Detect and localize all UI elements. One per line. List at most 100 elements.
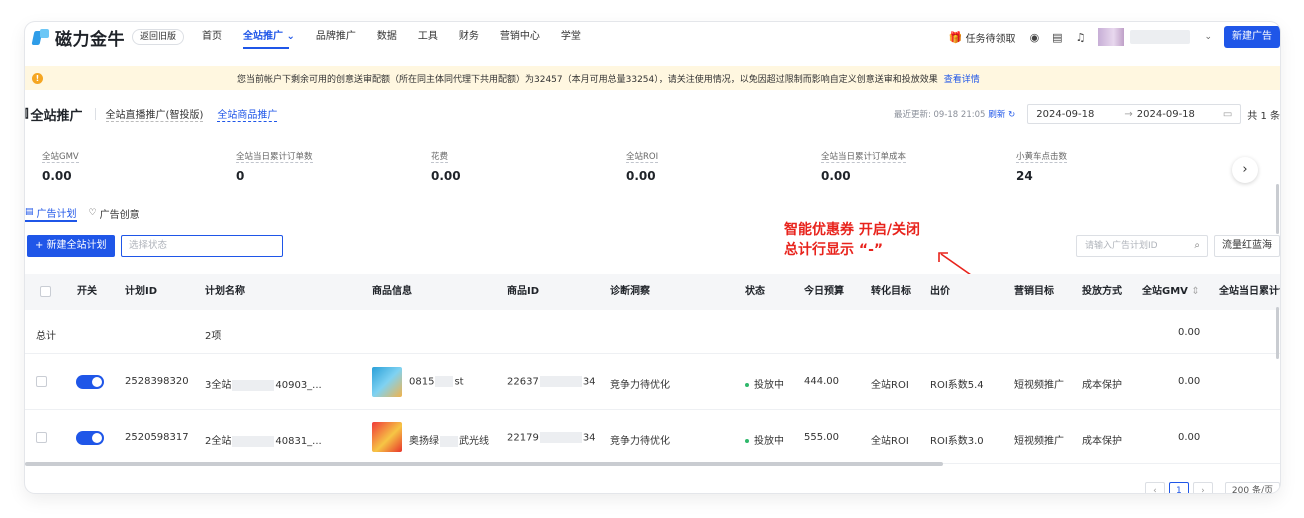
status-dot-icon xyxy=(745,383,749,387)
nav-data[interactable]: 数据 xyxy=(377,22,397,52)
record-icon[interactable]: ◉ xyxy=(1030,31,1040,44)
select-all-checkbox[interactable] xyxy=(40,286,51,297)
nav-academy[interactable]: 学堂 xyxy=(561,22,581,52)
nav-home[interactable]: 首页 xyxy=(202,22,222,52)
next-page-button[interactable]: › xyxy=(1192,482,1213,493)
metric-gmv[interactable]: 全站GMV 0.00 xyxy=(42,149,79,183)
bulb-icon: ♡ xyxy=(88,208,97,218)
row-checkbox[interactable] xyxy=(36,432,47,443)
account-name[interactable] xyxy=(1130,30,1191,44)
view-details-link[interactable]: 查看详情 xyxy=(944,75,980,85)
row-checkbox[interactable] xyxy=(36,376,47,387)
col-goal: 营销目标 xyxy=(1014,286,1054,297)
tab-live-promotion[interactable]: 全站直播推广(智投版) xyxy=(105,106,204,122)
page-header: ⫿ 全站推广 全站直播推广(智投版) 全站商品推广 最近更新: 09-18 21:… xyxy=(25,102,1280,126)
table-vertical-scrollbar[interactable] xyxy=(1276,307,1279,359)
last-updated: 最近更新: 09-18 21:05 xyxy=(893,110,986,120)
pagination: ‹ 1 › 200 条/页 xyxy=(1144,482,1280,493)
plan-switch-toggle[interactable] xyxy=(76,431,104,445)
page-size-select[interactable]: 200 条/页 xyxy=(1224,482,1280,493)
plan-id: 2528398320 xyxy=(125,376,189,387)
status-dot-icon xyxy=(745,439,749,443)
traffic-ocean-button[interactable]: 流量红蓝海 xyxy=(1214,235,1280,257)
status-badge: 投放中 xyxy=(745,376,784,391)
tab-ad-creatives[interactable]: ♡ 广告创意 xyxy=(89,204,140,222)
chevron-down-icon: ⌄ xyxy=(286,31,295,42)
col-orders: 全站当日累计订 xyxy=(1219,286,1280,297)
col-bid: 出价 xyxy=(930,286,950,297)
search-icon: ⌕ xyxy=(1194,240,1200,251)
metric-cart-clicks[interactable]: 小黄车点击数 24 xyxy=(1016,149,1068,183)
chevron-right-icon[interactable]: › xyxy=(1232,157,1258,183)
delivery-method: 成本保护 xyxy=(1082,436,1122,447)
metric-spend[interactable]: 花费 0.00 xyxy=(431,149,461,183)
plan-name-link[interactable]: 3全站 40903_... xyxy=(205,376,322,391)
notice-text: 您当前帐户下剩余可用的创意送审配额（所在同主体同代理下共用配额）为32457（本… xyxy=(237,74,938,85)
total-gmv: 0.00 xyxy=(1178,327,1201,338)
gmv: 0.00 xyxy=(1178,376,1201,387)
refresh-button[interactable]: 刷新 ↻ xyxy=(988,108,1015,120)
col-gmv[interactable]: 全站GMV ⇕ xyxy=(1142,274,1200,310)
nav-finance[interactable]: 财务 xyxy=(459,22,479,52)
nav-brand-promotion[interactable]: 品牌推广 xyxy=(316,22,356,52)
table-toolbar: + 新建全站计划 选择状态 请输入广告计划ID ⌕ 流量红蓝海 xyxy=(25,235,1280,257)
chevron-down-icon[interactable]: ⌄ xyxy=(1204,32,1212,42)
bid[interactable]: ROI系数3.0 xyxy=(930,432,984,447)
metrics-strip: 全站GMV 0.00 全站当日累计订单数 0 花费 0.00 全站ROI 0.00 全站… xyxy=(25,149,1280,189)
avatar[interactable] xyxy=(1098,28,1125,46)
table-total-row: 总计 2项 0.00 xyxy=(25,310,1280,354)
budget[interactable]: 444.00 xyxy=(804,376,839,387)
prev-page-button[interactable]: ‹ xyxy=(1144,482,1165,493)
nav-marketing-center[interactable]: 营销中心 xyxy=(500,22,540,52)
plan-name-link[interactable]: 2全站 40831_... xyxy=(205,432,322,447)
tab-product-promotion[interactable]: 全站商品推广 xyxy=(217,106,278,122)
tab-ad-plans[interactable]: ▤ 广告计划 xyxy=(25,204,77,222)
status-select[interactable]: 选择状态 xyxy=(121,235,283,257)
horizontal-scrollbar[interactable] xyxy=(25,462,943,466)
col-switch: 开关 xyxy=(77,286,97,297)
col-budget: 今日预算 xyxy=(804,286,844,297)
product-thumbnail[interactable] xyxy=(372,422,402,452)
delivery-method: 成本保护 xyxy=(1082,380,1122,391)
metric-roi[interactable]: 全站ROI 0.00 xyxy=(626,149,659,183)
date-start: 2024-09-18 xyxy=(1036,108,1095,120)
vertical-scrollbar[interactable] xyxy=(1276,184,1279,234)
page-number[interactable]: 1 xyxy=(1168,482,1189,493)
plan-id: 2520598317 xyxy=(125,432,189,443)
top-right-actions: 🎁 任务待领取 ◉ ▤ ♫ ⌄ 新建广告 xyxy=(949,22,1280,52)
date-range-picker[interactable]: 2024-09-18 → 2024-09-18 ▭ xyxy=(1027,104,1242,124)
chart-icon: ⫿ xyxy=(25,107,29,120)
product-title: 0815st xyxy=(409,376,464,388)
diagnosis: 竞争力待优化 xyxy=(610,380,670,391)
table-row[interactable]: 2528398320 3全站 40903_... 0815st 22637 34 竞… xyxy=(25,354,1280,410)
calendar-icon: ▭ xyxy=(1222,108,1233,120)
conversion-target: 全站ROI xyxy=(871,436,909,447)
red-annotation: 智能优惠券 开启/关闭 总计行显示 “-” xyxy=(784,222,920,258)
note-icon[interactable]: ▤ xyxy=(1052,31,1062,44)
plan-id-search-input[interactable]: 请输入广告计划ID ⌕ xyxy=(1076,235,1208,257)
total-count: 共 1 条 xyxy=(1247,110,1280,122)
plan-switch-toggle[interactable] xyxy=(76,375,104,389)
col-status: 状态 xyxy=(745,286,765,297)
metric-orders[interactable]: 全站当日累计订单数 0 xyxy=(236,149,313,183)
budget[interactable]: 555.00 xyxy=(804,432,839,443)
new-plan-button[interactable]: + 新建全站计划 xyxy=(27,235,115,257)
bid[interactable]: ROI系数5.4 xyxy=(930,376,984,391)
status-badge: 投放中 xyxy=(745,432,784,447)
nav-all-site-promotion[interactable]: 全站推广 ⌄ xyxy=(243,22,295,52)
product-thumbnail[interactable] xyxy=(372,367,402,397)
main-nav: 首页 全站推广 ⌄ 品牌推广 数据 工具 财务 营销中心 学堂 xyxy=(202,22,602,52)
date-end: 2024-09-18 xyxy=(1136,108,1195,120)
nav-tools[interactable]: 工具 xyxy=(418,22,438,52)
task-button[interactable]: 🎁 任务待领取 xyxy=(949,30,1016,45)
new-ad-button[interactable]: 新建广告 xyxy=(1224,26,1280,48)
warning-icon: ! xyxy=(32,72,43,84)
diagnosis: 竞争力待优化 xyxy=(610,436,670,447)
table-row[interactable]: 2520598317 2全站 40831_... 奥扬绿 武光线 22179 34 竞… xyxy=(25,410,1280,464)
arrow-right-icon: → xyxy=(1124,108,1133,120)
brand-logo[interactable]: 磁力金牛 xyxy=(31,25,125,50)
back-to-old-version-button[interactable]: 返回旧版 xyxy=(132,29,185,45)
bell-icon[interactable]: ♫ xyxy=(1076,31,1086,44)
product-id: 22637 34 xyxy=(507,376,596,388)
metric-order-cost[interactable]: 全站当日累计订单成本 0.00 xyxy=(821,149,907,183)
